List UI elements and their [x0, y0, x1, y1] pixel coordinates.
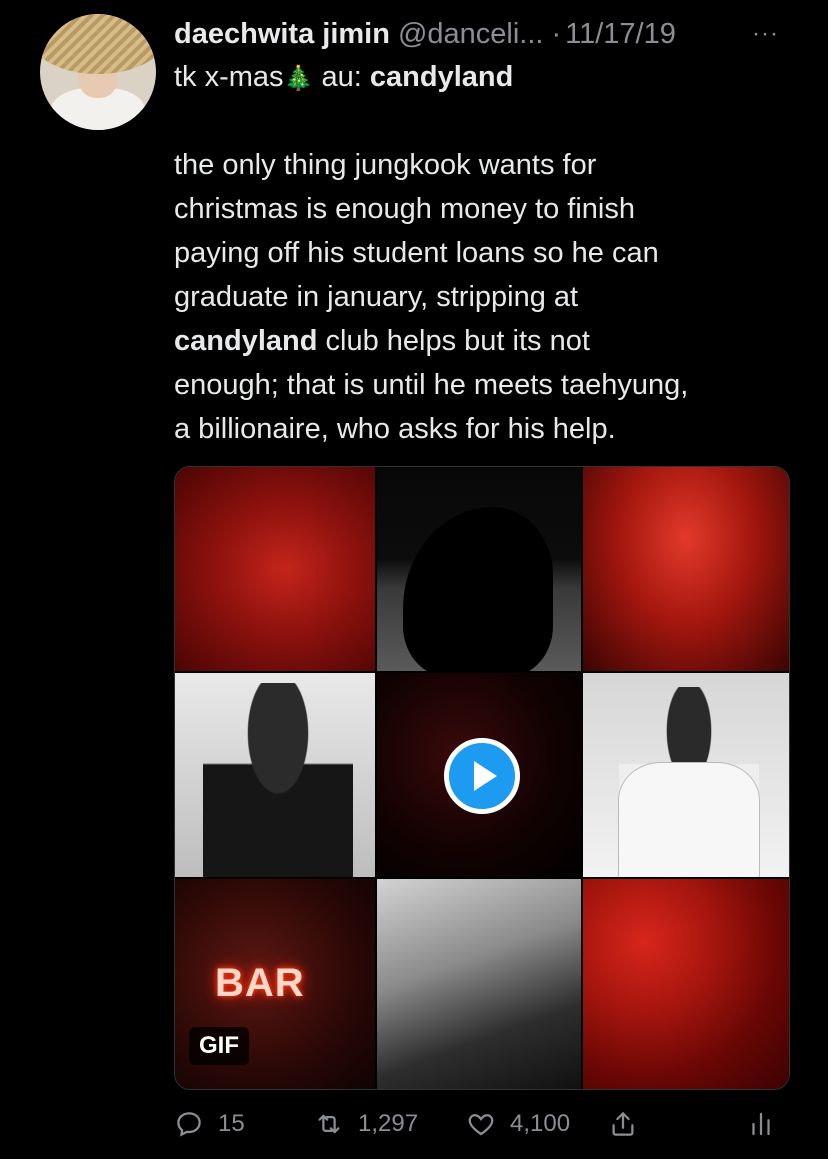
heart-icon: [468, 1114, 494, 1136]
tweet-header: daechwita jimin @danceli... · 11/17/19: [174, 14, 676, 54]
like-count: 4,100: [510, 1110, 571, 1137]
neon-sign: BAR: [215, 961, 305, 1005]
share-button[interactable]: [608, 1104, 638, 1144]
tweet-date[interactable]: 11/17/19: [565, 18, 676, 51]
analytics-icon: [752, 1112, 770, 1136]
title-prefix: tk x-mas: [174, 61, 284, 93]
collage-cell-red-satin: [583, 879, 789, 1089]
reply-count: 15: [218, 1110, 245, 1137]
more-icon[interactable]: ···: [752, 14, 779, 54]
retweet-icon: [318, 1114, 340, 1134]
body-bold: candyland: [174, 325, 318, 357]
collage-cell-portrait-bw: [175, 673, 375, 877]
body-line: the only thing jungkook wants for: [174, 149, 597, 181]
tweet-body: the only thing jungkook wants for christ…: [174, 143, 784, 451]
title-middle: au:: [313, 61, 370, 93]
handle[interactable]: @danceli...: [398, 18, 544, 51]
play-icon: [473, 761, 497, 791]
retweet-button[interactable]: 1,297: [314, 1104, 418, 1144]
collage-cell-hands: [377, 879, 581, 1089]
collage-cell-portrait-suit: [583, 673, 789, 877]
body-line: candyland club helps but its not: [174, 319, 784, 363]
action-bar: 15 1,297 4,100: [174, 1104, 788, 1144]
display-name[interactable]: daechwita jimin: [174, 18, 390, 51]
body-line: enough; that is until he meets taehyung,: [174, 369, 689, 401]
body-line: graduate in january, stripping at: [174, 281, 579, 313]
tweet-title: tk x-mas🎄 au: candyland: [174, 58, 513, 98]
retweet-count: 1,297: [358, 1110, 419, 1137]
separator: ·: [551, 17, 562, 50]
title-bold: candyland: [369, 61, 514, 93]
body-text: club helps but its not: [317, 325, 590, 357]
reply-icon: [177, 1112, 201, 1137]
body-line: a billionaire, who asks for his help.: [174, 413, 616, 445]
collage-cell-silhouette: [377, 467, 581, 671]
avatar[interactable]: [40, 14, 156, 130]
media-gif[interactable]: BAR GIF: [174, 466, 790, 1090]
analytics-button[interactable]: [746, 1104, 776, 1144]
avatar-hat: [40, 14, 156, 74]
reply-button[interactable]: 15: [174, 1104, 245, 1144]
like-button[interactable]: 4,100: [466, 1104, 570, 1144]
play-button[interactable]: [444, 738, 520, 814]
collage-cell-red-club: [583, 467, 789, 671]
body-line: christmas is enough money to finish: [174, 193, 635, 225]
share-icon: [612, 1112, 634, 1136]
christmas-tree-icon: 🎄: [283, 65, 314, 92]
gif-badge: GIF: [189, 1027, 249, 1065]
body-line: paying off his student loans so he can: [174, 237, 659, 269]
collage-cell-red-skin: [175, 467, 375, 671]
